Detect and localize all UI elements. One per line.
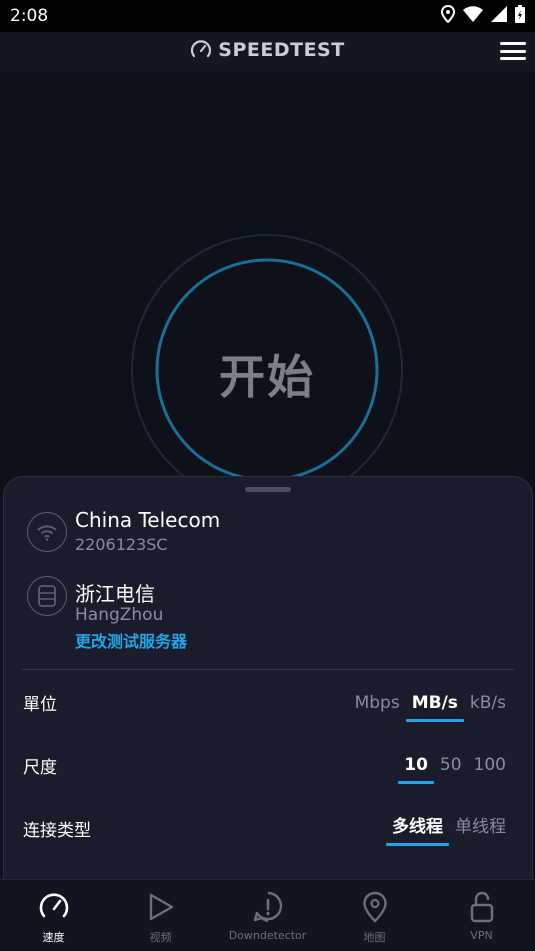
speedometer-icon — [191, 40, 212, 58]
bottom-nav: 速度 视频 Downdetector 地图 VPN — [0, 879, 535, 951]
nav-item-vpn[interactable]: VPN — [428, 880, 535, 951]
speedometer-icon — [36, 889, 72, 925]
app-header: SPEEDTEST — [0, 32, 535, 72]
status-icons — [441, 5, 525, 23]
menu-bar — [500, 42, 526, 45]
scale-label: 尺度 — [23, 758, 57, 778]
settings-sheet: China Telecom 2206123SC 浙江电信 HangZhou 更改… — [3, 476, 533, 886]
wifi-signal-icon — [463, 6, 483, 22]
server-city: HangZhou — [75, 605, 164, 625]
status-time: 2:08 — [10, 6, 49, 26]
menu-bar — [500, 49, 526, 53]
scale-option-50[interactable]: 50 — [434, 750, 468, 780]
map-pin-icon — [357, 889, 393, 925]
nav-item-speed[interactable]: 速度 — [0, 880, 107, 951]
battery-icon — [515, 5, 525, 23]
connection-option-multi[interactable]: 多线程 — [386, 812, 449, 846]
unit-option-kbytes[interactable]: kB/s — [464, 688, 512, 718]
isp-name: China Telecom — [75, 508, 221, 532]
status-bar: 2:08 — [0, 0, 535, 32]
scale-selector: 10 50 100 — [398, 750, 512, 784]
unlock-icon — [464, 889, 500, 925]
nav-item-map[interactable]: 地图 — [321, 880, 428, 951]
scale-option-10[interactable]: 10 — [398, 750, 434, 784]
scale-option-100[interactable]: 100 — [468, 750, 512, 780]
alert-icon — [250, 889, 286, 925]
units-selector: Mbps MB/s kB/s — [349, 688, 512, 722]
divider — [22, 669, 514, 670]
nav-label: VPN — [470, 929, 493, 942]
location-icon — [441, 5, 455, 23]
wifi-icon — [27, 512, 67, 552]
nav-label: 视频 — [149, 931, 172, 944]
brand-title: SPEEDTEST — [218, 39, 345, 61]
nav-label: 速度 — [42, 931, 65, 944]
nav-label: 地图 — [363, 931, 386, 944]
cell-signal-icon — [491, 6, 507, 22]
device-label: 2206123SC — [75, 535, 168, 554]
server-name: 浙江电信 — [75, 582, 155, 606]
units-label: 單位 — [23, 695, 57, 715]
hamburger-menu-button[interactable] — [500, 40, 526, 62]
unit-option-mbps[interactable]: Mbps — [349, 688, 406, 718]
server-icon — [27, 576, 67, 616]
start-label: 开始 — [219, 350, 315, 404]
connection-type-label: 连接类型 — [23, 821, 91, 841]
unit-option-mbytes[interactable]: MB/s — [405, 688, 465, 722]
brand: SPEEDTEST — [0, 39, 535, 61]
connection-type-selector: 多线程 单线程 — [386, 812, 512, 846]
connection-option-single[interactable]: 单线程 — [449, 812, 512, 842]
nav-item-downdetector[interactable]: Downdetector — [214, 880, 321, 951]
nav-item-video[interactable]: 视频 — [107, 880, 214, 951]
start-button[interactable]: 开始 — [130, 233, 404, 507]
menu-bar — [500, 57, 526, 60]
drag-handle[interactable] — [245, 487, 291, 492]
play-icon — [143, 889, 179, 925]
change-server-link[interactable]: 更改测试服务器 — [75, 628, 187, 652]
nav-label: Downdetector — [228, 929, 307, 942]
